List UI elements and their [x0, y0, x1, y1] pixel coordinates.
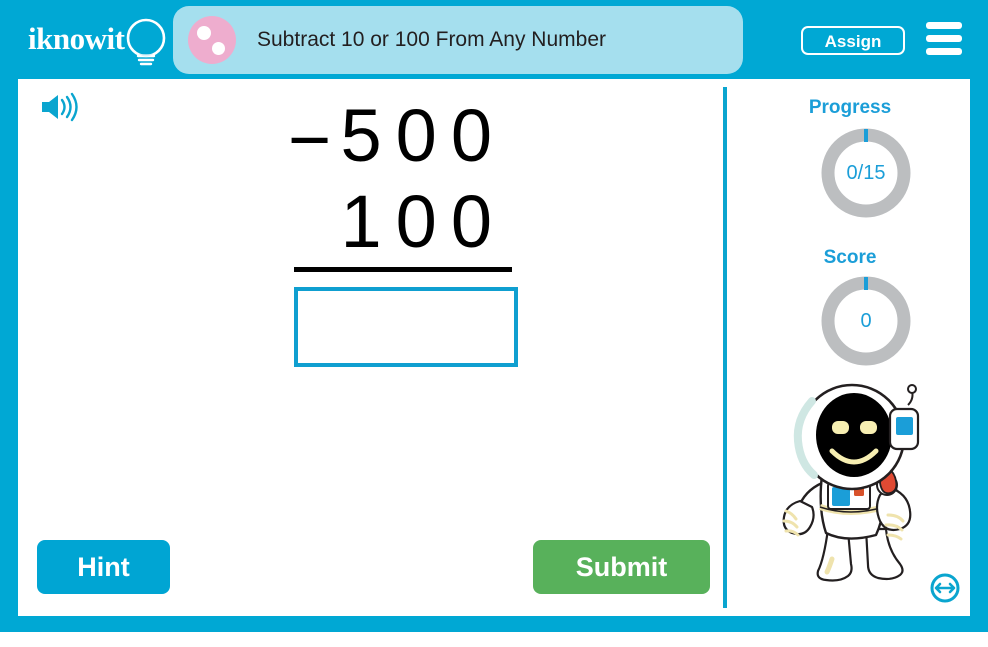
- panel-divider: [723, 87, 727, 608]
- pink-dots-badge-icon: [188, 16, 236, 64]
- app-window: iknowit Subtract 10 or 100 From Any Numb…: [0, 0, 988, 632]
- iknowit-logo[interactable]: iknowit: [26, 12, 166, 70]
- astronaut-mascot: [782, 383, 920, 582]
- next-arrow-icon[interactable]: [930, 573, 960, 603]
- score-ring: 0: [818, 273, 914, 369]
- progress-label: Progress: [808, 97, 892, 118]
- progress-ring: 0/15: [818, 125, 914, 221]
- answer-input[interactable]: [294, 287, 518, 367]
- audio-speaker-icon[interactable]: [38, 91, 82, 123]
- minus-operator: −: [288, 98, 332, 181]
- logo-text: iknowit: [28, 21, 125, 56]
- score-value: 0: [860, 310, 872, 332]
- lesson-title-pill: Subtract 10 or 100 From Any Number: [173, 6, 743, 74]
- math-problem: 500 100 −: [276, 93, 518, 367]
- lightbulb-icon: [126, 18, 166, 66]
- app-header: iknowit Subtract 10 or 100 From Any Numb…: [0, 0, 988, 79]
- status-sidebar: Progress 0/15 Score 0: [730, 79, 970, 616]
- submit-button[interactable]: Submit: [533, 540, 710, 594]
- page-title: Subtract 10 or 100 From Any Number: [257, 28, 606, 51]
- progress-value: 0/15: [846, 162, 886, 184]
- score-label: Score: [823, 247, 877, 268]
- lesson-stage: 500 100 − Hint Submit Progress 0/15 Scor…: [18, 79, 970, 616]
- hamburger-menu-icon[interactable]: [926, 22, 962, 56]
- problem-rule-line: [294, 267, 512, 272]
- answer-value: [298, 291, 514, 363]
- hint-button[interactable]: Hint: [37, 540, 170, 594]
- subtrahend-row: 100: [340, 180, 506, 263]
- assign-button[interactable]: Assign: [801, 26, 905, 55]
